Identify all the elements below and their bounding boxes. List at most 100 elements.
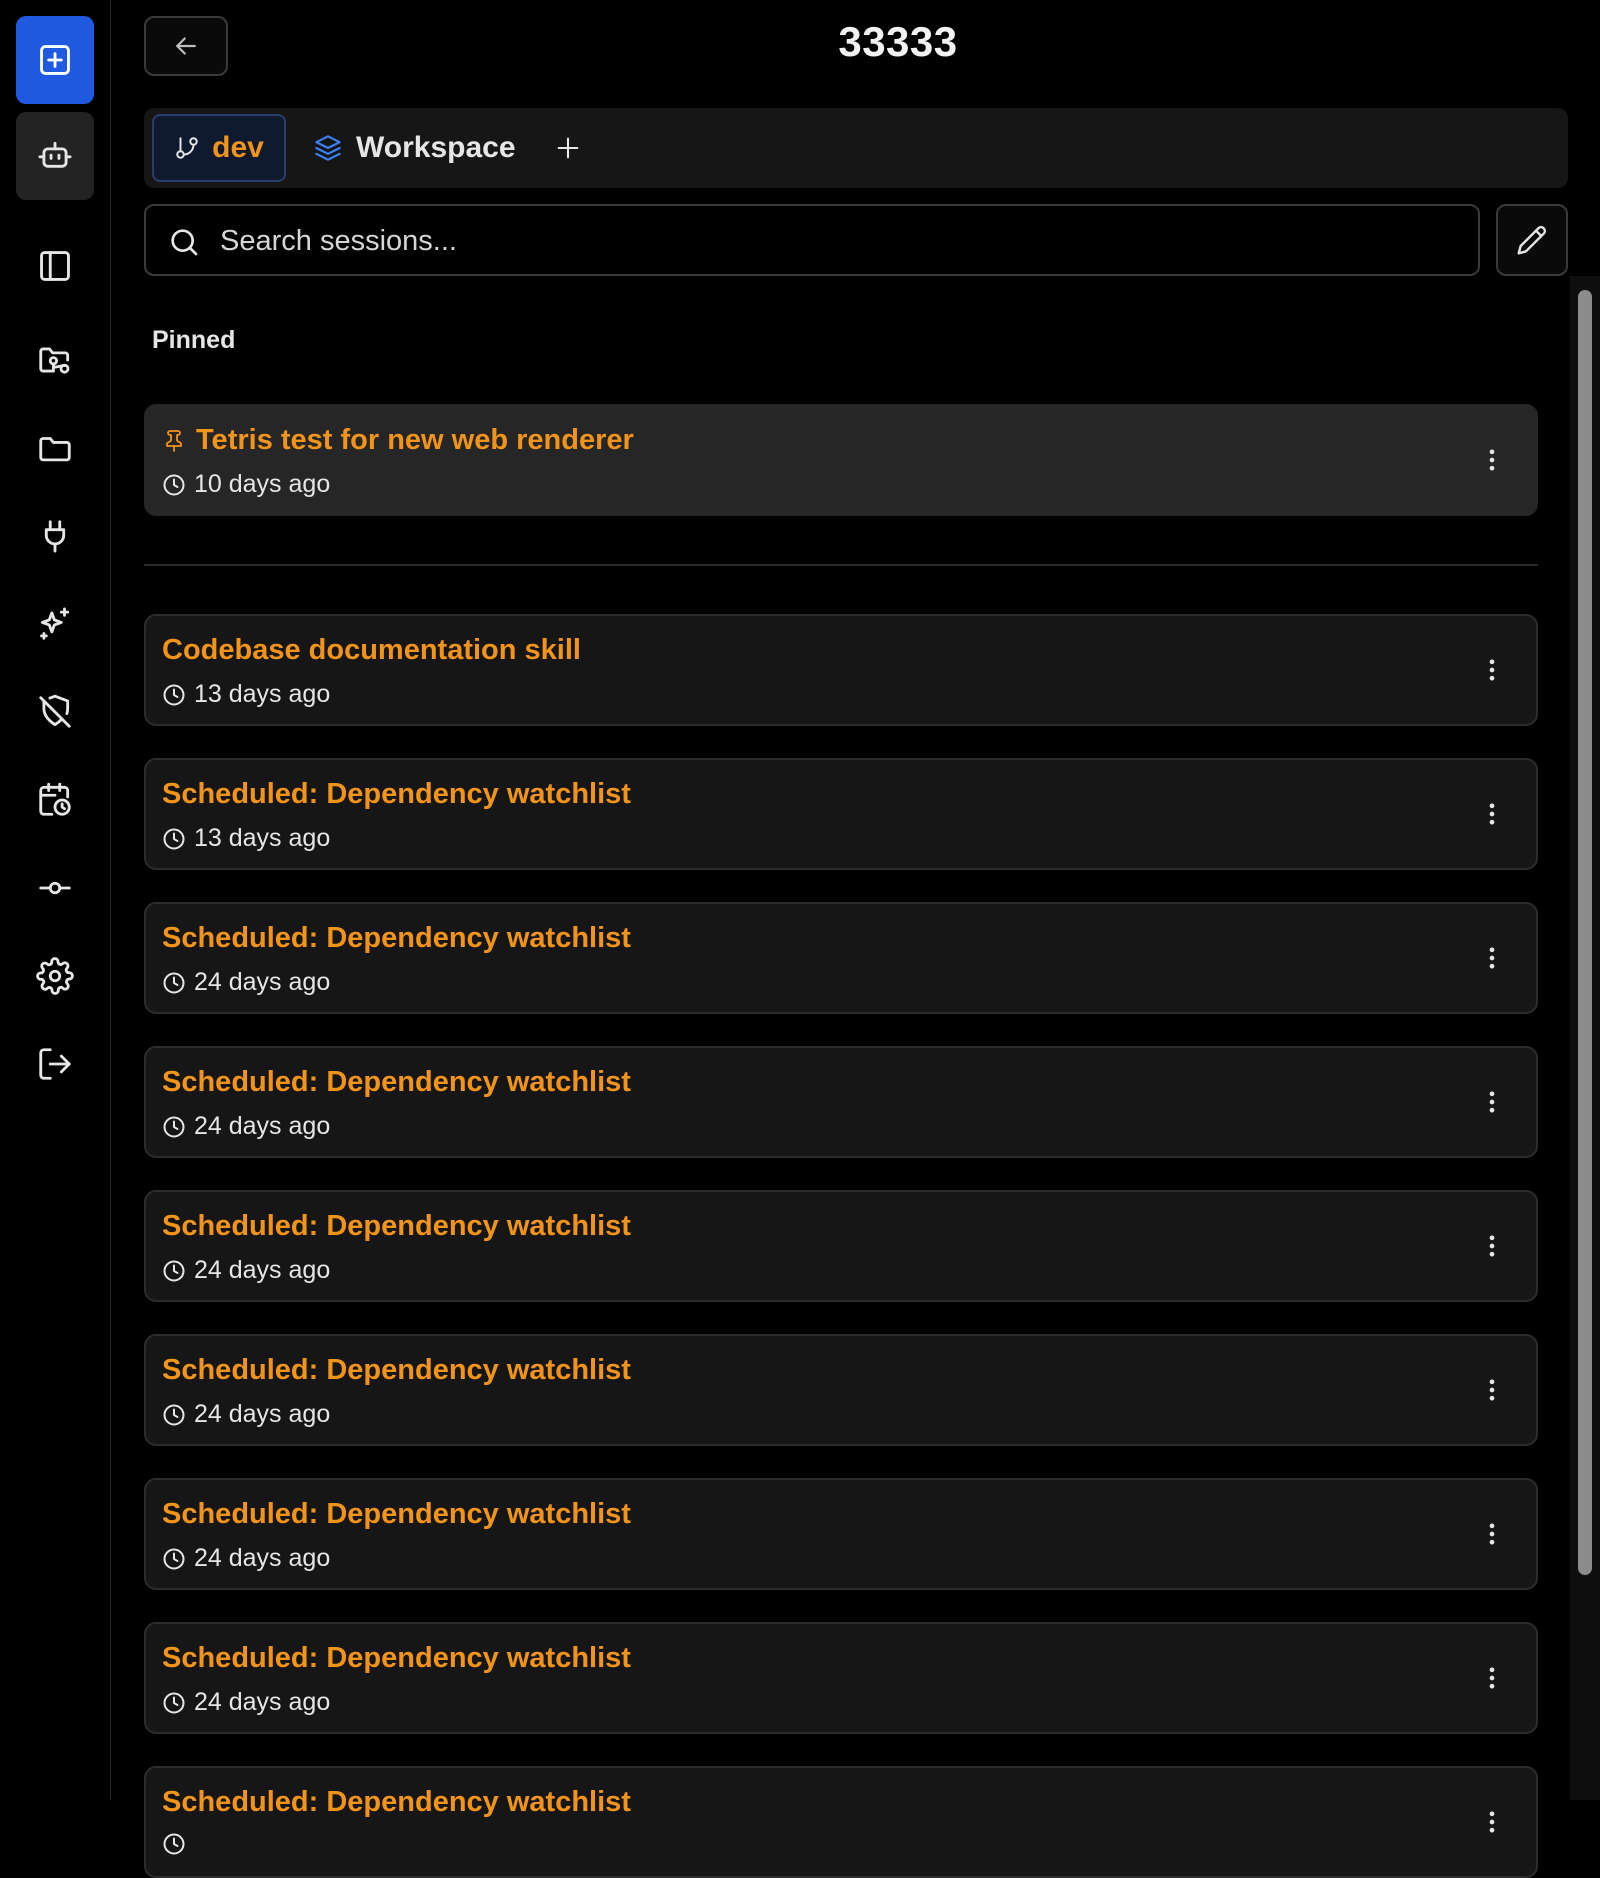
more-vertical-icon bbox=[1489, 947, 1495, 969]
gear-icon bbox=[36, 957, 74, 995]
more-vertical-icon bbox=[1489, 1667, 1495, 1689]
session-time-text: 24 days ago bbox=[194, 1256, 331, 1284]
session-title: Scheduled: Dependency watchlist bbox=[162, 922, 631, 955]
session-title-text: Scheduled: Dependency watchlist bbox=[162, 778, 631, 810]
more-vertical-icon bbox=[1489, 1091, 1495, 1113]
session-card[interactable]: Scheduled: Dependency watchlist 24 days … bbox=[144, 1046, 1538, 1158]
session-timestamp: 10 days ago bbox=[162, 470, 330, 499]
session-menu-button[interactable] bbox=[1468, 1654, 1516, 1702]
page-title: 33333 bbox=[838, 18, 958, 65]
session-menu-button[interactable] bbox=[1468, 436, 1516, 484]
clock-icon bbox=[163, 1404, 185, 1425]
session-timestamp: 24 days ago bbox=[162, 1400, 330, 1429]
session-title-text: Tetris test for new web renderer bbox=[196, 424, 634, 456]
plus-icon bbox=[557, 137, 579, 159]
clock-icon bbox=[163, 474, 185, 495]
session-title: Codebase documentation skill bbox=[162, 634, 581, 667]
logout-icon bbox=[39, 1048, 71, 1080]
session-timestamp: 24 days ago bbox=[162, 968, 330, 997]
repository-browser-button[interactable] bbox=[16, 330, 94, 390]
sidebar-panel-icon bbox=[40, 251, 70, 281]
clock-icon bbox=[163, 1116, 185, 1137]
session-timestamp bbox=[162, 1832, 194, 1856]
session-card[interactable]: Codebase documentation skill 13 days ago bbox=[144, 614, 1538, 726]
commits-button[interactable] bbox=[16, 858, 94, 918]
session-title: Scheduled: Dependency watchlist bbox=[162, 1642, 631, 1675]
logout-button[interactable] bbox=[16, 1034, 94, 1094]
clock-icon bbox=[163, 1548, 185, 1569]
session-title-text: Codebase documentation skill bbox=[162, 634, 581, 666]
session-timestamp: 24 days ago bbox=[162, 1256, 330, 1285]
pinned-session-card[interactable]: Tetris test for new web renderer 10 days… bbox=[144, 404, 1538, 516]
session-card[interactable]: Scheduled: Dependency watchlist 24 days … bbox=[144, 1478, 1538, 1590]
session-time-text: 13 days ago bbox=[194, 824, 331, 852]
session-menu-button[interactable] bbox=[1468, 1798, 1516, 1846]
scheduled-tasks-button[interactable] bbox=[16, 770, 94, 830]
add-tab-button[interactable] bbox=[544, 124, 592, 172]
session-title-text: Scheduled: Dependency watchlist bbox=[162, 1786, 631, 1818]
session-title-text: Scheduled: Dependency watchlist bbox=[162, 922, 631, 954]
session-title-text: Scheduled: Dependency watchlist bbox=[162, 1642, 631, 1674]
session-menu-button[interactable] bbox=[1468, 1078, 1516, 1126]
files-button[interactable] bbox=[16, 418, 94, 478]
session-title: Scheduled: Dependency watchlist bbox=[162, 1498, 631, 1531]
session-menu-button[interactable] bbox=[1468, 646, 1516, 694]
session-title-text: Scheduled: Dependency watchlist bbox=[162, 1066, 631, 1098]
session-timestamp: 24 days ago bbox=[162, 1112, 330, 1141]
session-timestamp: 13 days ago bbox=[162, 824, 330, 853]
session-time-text: 24 days ago bbox=[194, 968, 331, 996]
session-title-text: Scheduled: Dependency watchlist bbox=[162, 1498, 631, 1530]
folder-search-icon bbox=[39, 347, 70, 374]
session-title: Scheduled: Dependency watchlist bbox=[162, 1066, 631, 1099]
session-title: Tetris test for new web renderer bbox=[162, 424, 634, 457]
session-card[interactable]: Scheduled: Dependency watchlist 24 days … bbox=[144, 1334, 1538, 1446]
robot-icon bbox=[38, 141, 72, 168]
session-menu-button[interactable] bbox=[1468, 790, 1516, 838]
tab-branch-dev[interactable]: dev bbox=[152, 114, 286, 182]
session-title-text: Scheduled: Dependency watchlist bbox=[162, 1210, 631, 1242]
layers-icon bbox=[315, 135, 341, 161]
new-session-icon bbox=[40, 45, 70, 75]
session-card[interactable]: Scheduled: Dependency watchlist 24 days … bbox=[144, 1190, 1538, 1302]
session-menu-button[interactable] bbox=[1468, 1222, 1516, 1270]
pin-icon bbox=[166, 429, 182, 452]
session-card[interactable]: Scheduled: Dependency watchlist 24 days … bbox=[144, 1622, 1538, 1734]
calendar-clock-icon bbox=[39, 782, 71, 816]
tab-workspace[interactable]: Workspace bbox=[314, 114, 516, 182]
more-vertical-icon bbox=[1489, 1235, 1495, 1257]
scrollbar-thumb[interactable] bbox=[1578, 290, 1592, 1575]
new-session-button[interactable] bbox=[16, 16, 94, 104]
search-icon bbox=[171, 229, 198, 256]
tab-workspace-label: Workspace bbox=[356, 131, 516, 164]
tab-branch-label: dev bbox=[212, 131, 264, 164]
left-rail bbox=[0, 0, 111, 1800]
agent-button[interactable] bbox=[16, 112, 94, 200]
folder-icon bbox=[39, 437, 71, 462]
clock-icon bbox=[163, 1833, 185, 1855]
search-input[interactable] bbox=[218, 214, 1458, 268]
session-card[interactable]: Scheduled: Dependency watchlist 24 days … bbox=[144, 902, 1538, 1014]
session-title: Scheduled: Dependency watchlist bbox=[162, 778, 631, 811]
main-panel: 33333 dev Workspace Search sessions... P… bbox=[112, 0, 1600, 1878]
session-card[interactable]: Scheduled: Dependency watchlist 13 days … bbox=[144, 758, 1538, 870]
skills-button[interactable] bbox=[16, 594, 94, 654]
session-title: Scheduled: Dependency watchlist bbox=[162, 1210, 631, 1243]
more-vertical-icon bbox=[1489, 1379, 1495, 1401]
sidebar-toggle-button[interactable] bbox=[16, 236, 94, 296]
new-session-edit-button[interactable] bbox=[1496, 204, 1568, 276]
settings-button[interactable] bbox=[16, 946, 94, 1006]
session-time-text: 24 days ago bbox=[194, 1688, 331, 1716]
session-menu-button[interactable] bbox=[1468, 934, 1516, 982]
integrations-button[interactable] bbox=[16, 506, 94, 566]
session-time-text: 13 days ago bbox=[194, 680, 331, 708]
session-card[interactable]: Scheduled: Dependency watchlist bbox=[144, 1766, 1538, 1878]
clock-icon bbox=[163, 1260, 185, 1281]
session-menu-button[interactable] bbox=[1468, 1366, 1516, 1414]
session-title-text: Scheduled: Dependency watchlist bbox=[162, 1354, 631, 1386]
more-vertical-icon bbox=[1489, 1523, 1495, 1545]
security-button[interactable] bbox=[16, 682, 94, 742]
session-menu-button[interactable] bbox=[1468, 1510, 1516, 1558]
tabs-bar: dev Workspace bbox=[144, 108, 1568, 188]
more-vertical-icon bbox=[1489, 1811, 1495, 1833]
shield-off-icon bbox=[39, 694, 71, 728]
